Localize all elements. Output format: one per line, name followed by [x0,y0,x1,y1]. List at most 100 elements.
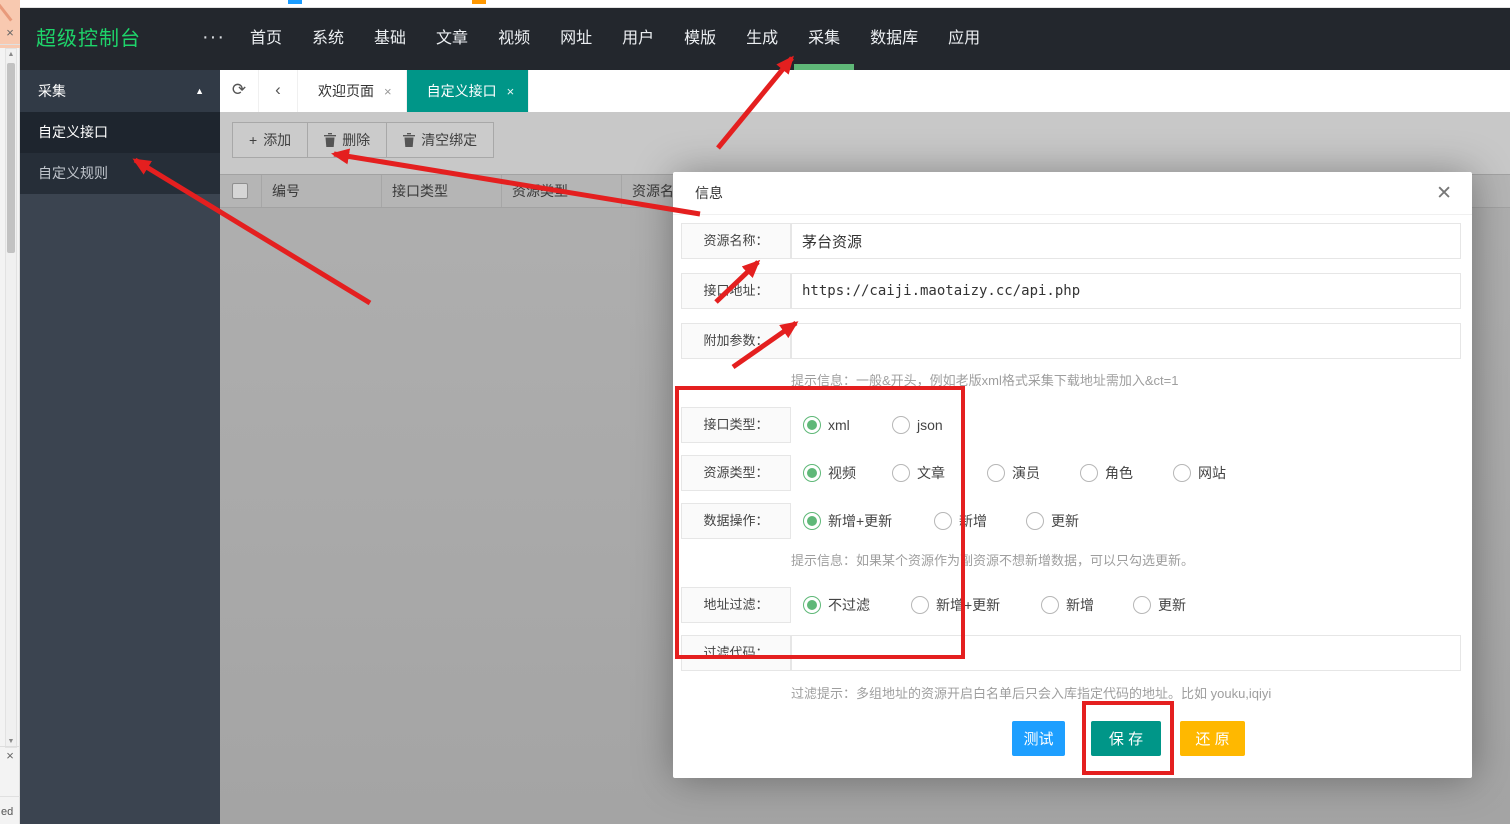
field-row-resource-type: 资源类型： 视频 文章 演员 角色 网站 [673,455,1472,491]
data-op-hint: 提示信息：如果某个资源作为副资源不想新增数据，可以只勾选更新。 [791,550,1194,568]
radio-circle-icon [934,512,952,530]
back-button[interactable]: ‹ [259,70,298,112]
refresh-button[interactable]: ⟳ [220,70,259,112]
radio-circle-icon [911,596,929,614]
resource-name-input[interactable] [791,223,1461,259]
plus-icon: + [249,132,257,148]
scrollbar[interactable]: ▲ ▼ [5,48,17,748]
field-row-interface-type: 接口类型： xml json [673,407,1472,443]
background-window-top-strip [0,0,1510,8]
nav-item-user[interactable]: 用户 [622,8,654,70]
add-button[interactable]: + 添加 [232,122,308,158]
extra-params-input[interactable] [791,323,1461,359]
clear-binding-button-label: 清空绑定 [421,130,477,150]
radio-filter-update[interactable]: 更新 [1133,587,1186,623]
main-nav: 首页 系统 基础 文章 视频 网址 用户 模版 生成 采集 数据库 应用 [250,8,1010,70]
test-button[interactable]: 测试 [1012,721,1065,756]
radio-label: 新增+更新 [828,511,892,531]
extra-params-label: 附加参数： [681,323,791,359]
background-window-text: ed [1,806,13,818]
close-icon[interactable]: × [384,84,392,99]
divider [0,44,20,45]
scroll-down-icon[interactable]: ▼ [6,738,16,745]
radio-json[interactable]: json [892,407,943,443]
nav-item-collect[interactable]: 采集 [808,8,840,70]
radio-filter-add-update[interactable]: 新增+更新 [911,587,1000,623]
table-header-resource-type: 资源类型 [502,175,622,207]
modal-header: 信息 ✕ [673,172,1472,215]
radio-circle-icon [803,416,821,434]
nav-item-video[interactable]: 视频 [498,8,530,70]
nav-item-url[interactable]: 网址 [560,8,592,70]
clear-binding-button[interactable]: 清空绑定 [387,122,494,158]
radio-xml[interactable]: xml [803,407,850,443]
radio-circle-icon [1026,512,1044,530]
radio-actor[interactable]: 演员 [987,455,1040,491]
filter-code-input[interactable] [791,635,1461,671]
radio-filter-add[interactable]: 新增 [1041,587,1094,623]
more-menu-icon[interactable]: ··· [202,8,225,66]
scroll-up-icon[interactable]: ▲ [6,51,16,58]
radio-circle-icon [803,464,821,482]
radio-update[interactable]: 更新 [1026,503,1079,539]
sidebar-item-custom-rule[interactable]: 自定义规则 [20,153,220,194]
nav-item-system[interactable]: 系统 [312,8,344,70]
trash-icon [324,133,336,147]
params-hint: 提示信息：一般&开头，例如老版xml格式采集下载地址需加入&ct=1 [791,370,1179,388]
modal-close-icon[interactable]: ✕ [1436,172,1452,215]
save-button[interactable]: 保 存 [1091,721,1161,756]
close-icon[interactable]: × [0,746,20,763]
radio-circle-icon [1133,596,1151,614]
scrollbar-thumb[interactable] [7,63,15,253]
radio-circle-icon [1041,596,1059,614]
radio-label: 更新 [1158,595,1186,615]
sidebar-submenu: 自定义接口 自定义规则 [20,112,220,194]
tab-label: 自定义接口 [427,81,497,101]
close-icon[interactable]: × [507,84,515,99]
nav-item-template[interactable]: 模版 [684,8,716,70]
nav-item-generate[interactable]: 生成 [746,8,778,70]
radio-article[interactable]: 文章 [892,455,945,491]
addr-filter-label: 地址过滤： [681,587,791,623]
sidebar-group-label: 采集 [20,83,66,99]
close-icon[interactable]: × [0,26,20,40]
tab-welcome[interactable]: 欢迎页面 × [298,70,407,112]
radio-label: 角色 [1105,463,1133,483]
nav-item-home[interactable]: 首页 [250,8,282,70]
delete-button-label: 删除 [342,130,370,150]
radio-website[interactable]: 网站 [1173,455,1226,491]
radio-label: 更新 [1051,511,1079,531]
radio-label: 新增 [1066,595,1094,615]
radio-role[interactable]: 角色 [1080,455,1133,491]
api-url-input[interactable] [791,273,1461,309]
delete-button[interactable]: 删除 [308,122,387,158]
radio-label: 演员 [1012,463,1040,483]
modal-title: 信息 [695,172,723,215]
nav-item-basic[interactable]: 基础 [374,8,406,70]
radio-add-update[interactable]: 新增+更新 [803,503,892,539]
info-modal: 信息 ✕ 资源名称： 接口地址： 附加参数： 提示信息：一般&开头，例如老版xm… [673,172,1472,778]
restore-button[interactable]: 还 原 [1180,721,1245,756]
top-navbar: 超级控制台 ··· 首页 系统 基础 文章 视频 网址 用户 模版 生成 采集 … [20,8,1510,70]
radio-label: 不过滤 [828,595,870,615]
tab-custom-interface[interactable]: 自定义接口 × [407,70,530,112]
sidebar-group-collect[interactable]: 采集 ▲ [20,70,220,112]
nav-item-apps[interactable]: 应用 [948,8,980,70]
radio-add[interactable]: 新增 [934,503,987,539]
browser-tab-fragment-blue-icon [288,0,302,4]
field-row-addr-filter: 地址过滤： 不过滤 新增+更新 新增 更新 [673,587,1472,623]
nav-item-database[interactable]: 数据库 [870,8,918,70]
radio-no-filter[interactable]: 不过滤 [803,587,870,623]
select-all-checkbox[interactable] [232,183,248,199]
filter-hint: 过滤提示：多组地址的资源开启白名单后只会入库指定代码的地址。比如 youku,i… [791,683,1271,701]
radio-circle-icon [803,596,821,614]
add-button-label: 添加 [263,130,291,150]
tab-label: 欢迎页面 [318,81,374,101]
radio-label: 文章 [917,463,945,483]
sidebar: 采集 ▲ 自定义接口 自定义规则 [20,70,220,824]
trash-icon [403,133,415,147]
tab-bar: ⟳ ‹ 欢迎页面 × 自定义接口 × [220,70,1510,112]
sidebar-item-custom-interface[interactable]: 自定义接口 [20,112,220,153]
radio-video[interactable]: 视频 [803,455,856,491]
nav-item-article[interactable]: 文章 [436,8,468,70]
